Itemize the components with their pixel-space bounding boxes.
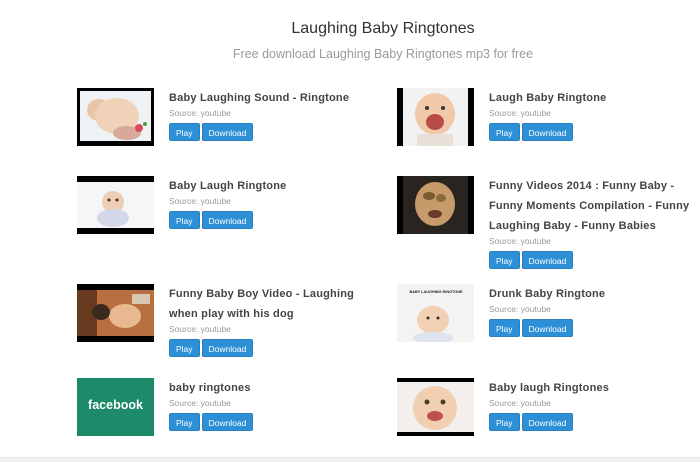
item-source: Source: youtube <box>489 398 551 408</box>
play-button[interactable]: Play <box>169 413 200 431</box>
play-button[interactable]: Play <box>489 319 520 337</box>
page-subtitle: Free download Laughing Baby Ringtones mp… <box>232 47 534 61</box>
item-source: Source: youtube <box>169 324 231 334</box>
item-source: Source: youtube <box>169 108 231 118</box>
thumbnail-caption: BABY LAUGHING RINGTONE <box>409 290 463 294</box>
item-title[interactable]: Funny Videos 2014 : Funny Baby - Funny M… <box>489 176 694 236</box>
item-title[interactable]: baby ringtones <box>169 378 374 398</box>
play-button[interactable]: Play <box>489 413 520 431</box>
video-thumbnail[interactable] <box>397 176 474 234</box>
video-thumbnail[interactable] <box>397 378 474 436</box>
item-title[interactable]: Funny Baby Boy Video - Laughing when pla… <box>169 284 374 324</box>
facebook-logo: facebook <box>88 398 143 412</box>
item-source: Source: youtube <box>169 196 231 206</box>
video-thumbnail[interactable] <box>77 176 154 234</box>
item-source: Source: youtube <box>489 108 551 118</box>
video-thumbnail[interactable]: BABY LAUGHING RINGTONE <box>397 284 474 342</box>
download-button[interactable]: Download <box>201 339 254 357</box>
download-button[interactable]: Download <box>521 123 574 141</box>
video-thumbnail[interactable]: facebook <box>77 378 154 436</box>
item-title[interactable]: Baby Laughing Sound - Ringtone <box>169 88 374 108</box>
item-source: Source: youtube <box>169 398 231 408</box>
footer-divider <box>0 457 700 462</box>
video-thumbnail[interactable] <box>397 88 474 146</box>
item-title[interactable]: Drunk Baby Ringtone <box>489 284 694 304</box>
download-button[interactable]: Download <box>521 251 574 269</box>
play-button[interactable]: Play <box>489 251 520 269</box>
item-source: Source: youtube <box>489 236 551 246</box>
item-title[interactable]: Baby laugh Ringtones <box>489 378 694 398</box>
play-button[interactable]: Play <box>169 211 200 229</box>
download-button[interactable]: Download <box>521 319 574 337</box>
item-title[interactable]: Laugh Baby Ringtone <box>489 88 694 108</box>
play-button[interactable]: Play <box>489 123 520 141</box>
page-title: Laughing Baby Ringtones <box>291 20 475 37</box>
item-title[interactable]: Baby Laugh Ringtone <box>169 176 374 196</box>
play-button[interactable]: Play <box>169 339 200 357</box>
video-thumbnail[interactable] <box>77 284 154 342</box>
play-button[interactable]: Play <box>169 123 200 141</box>
download-button[interactable]: Download <box>521 413 574 431</box>
video-thumbnail[interactable] <box>77 88 154 146</box>
download-button[interactable]: Download <box>201 211 254 229</box>
download-button[interactable]: Download <box>201 413 254 431</box>
item-source: Source: youtube <box>489 304 551 314</box>
download-button[interactable]: Download <box>201 123 254 141</box>
